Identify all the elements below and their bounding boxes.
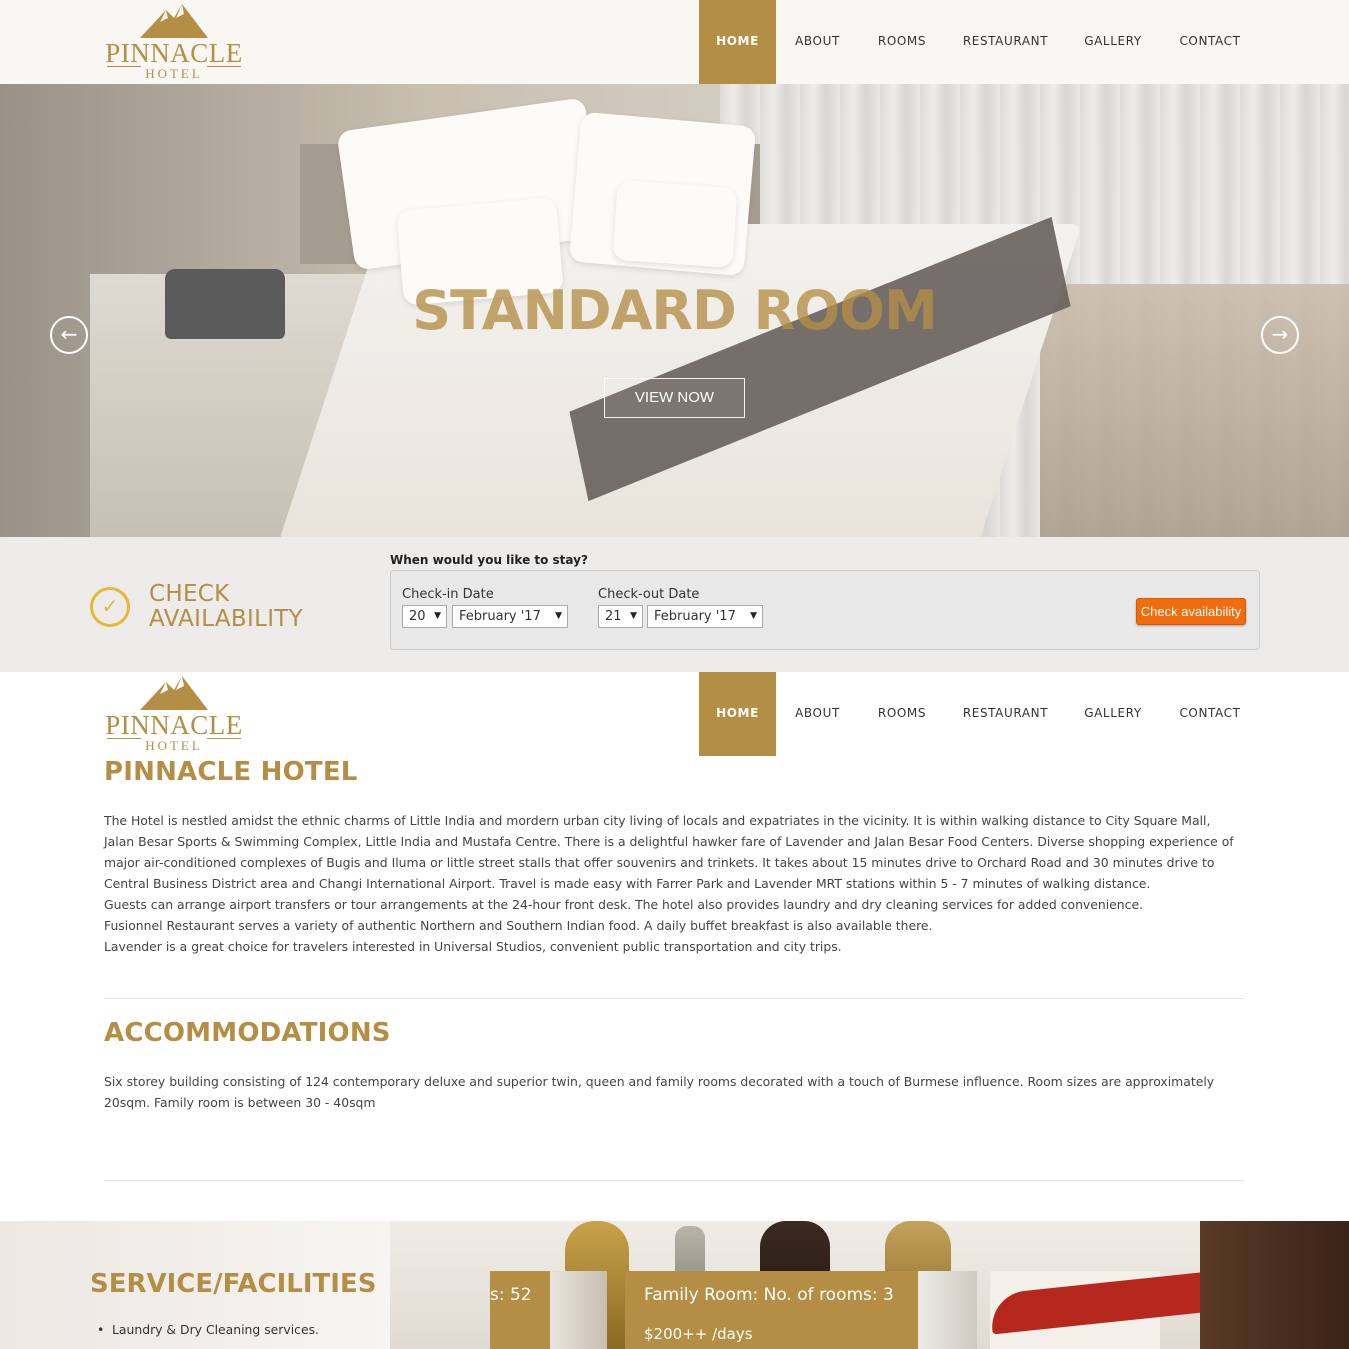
services-list: Laundry & Dry Cleaning services. bbox=[97, 1322, 319, 1337]
about-title: PINNACLE HOTEL bbox=[104, 757, 358, 787]
chevron-down-icon: ▼ bbox=[630, 611, 637, 621]
nav-rooms[interactable]: ROOMS bbox=[859, 0, 945, 84]
nav-contact[interactable]: CONTACT bbox=[1160, 672, 1260, 756]
logo-sub: HOTEL bbox=[104, 738, 244, 754]
main-nav: HOME ABOUT ROOMS RESTAURANT GALLERY CONT… bbox=[699, 672, 1260, 756]
about-line: Jalan Besar Sports & Swimming Complex, L… bbox=[104, 834, 1234, 849]
room-card[interactable]: s: 52 bbox=[490, 1271, 550, 1349]
sticky-header: PINNACLE HOTEL HOME ABOUT ROOMS RESTAURA… bbox=[0, 672, 1349, 756]
accommodations-title: ACCOMMODATIONS bbox=[104, 1018, 391, 1048]
availability-title-line2: AVAILABILITY bbox=[149, 606, 303, 632]
main-nav: HOME ABOUT ROOMS RESTAURANT GALLERY CONT… bbox=[699, 0, 1260, 84]
nav-contact[interactable]: CONTACT bbox=[1160, 0, 1260, 84]
checkout-month-value: February '17 bbox=[654, 609, 736, 624]
logo-name: PINNACLE bbox=[105, 38, 243, 68]
services-item: Laundry & Dry Cleaning services. bbox=[97, 1322, 319, 1337]
mountain-icon bbox=[140, 4, 208, 38]
arrow-right-icon[interactable]: → bbox=[1261, 316, 1299, 354]
checkin-day-value: 20 bbox=[409, 609, 426, 624]
accommodations-text: Six storey building consisting of 124 co… bbox=[104, 1071, 1244, 1113]
about-line: Central Business District area and Chang… bbox=[104, 876, 1151, 891]
checkout-day-value: 21 bbox=[605, 609, 622, 624]
divider bbox=[104, 1180, 1244, 1181]
checkin-day-select[interactable]: 20 ▼ bbox=[402, 605, 447, 628]
room-card[interactable]: Family Room: No. of rooms: 3 $200++ /day… bbox=[625, 1271, 918, 1349]
hotel-logo[interactable]: PINNACLE HOTEL bbox=[104, 4, 244, 82]
room-card-photo bbox=[550, 1271, 607, 1349]
accommodations-line: Six storey building consisting of 124 co… bbox=[104, 1074, 1215, 1089]
divider bbox=[104, 998, 1244, 999]
services-section: SERVICE/FACILITIES Laundry & Dry Cleanin… bbox=[0, 1221, 1349, 1349]
logo-name: PINNACLE bbox=[105, 710, 243, 740]
availability-title-line1: CHECK bbox=[149, 581, 230, 607]
site-header: PINNACLE HOTEL HOME ABOUT ROOMS RESTAURA… bbox=[0, 0, 1349, 84]
chevron-down-icon: ▼ bbox=[750, 611, 757, 621]
about-line: major air-conditioned complexes of Bugis… bbox=[104, 855, 1215, 870]
about-line: Guests can arrange airport transfers or … bbox=[104, 897, 1144, 912]
availability-bar: ✓ CHECK AVAILABILITY When would you like… bbox=[0, 537, 1349, 672]
mountain-icon bbox=[140, 676, 208, 710]
view-now-button[interactable]: VIEW NOW bbox=[604, 378, 745, 418]
availability-title: CHECK AVAILABILITY bbox=[149, 582, 369, 632]
checkin-month-select[interactable]: February '17 ▼ bbox=[452, 605, 568, 628]
about-text: The Hotel is nestled amidst the ethnic c… bbox=[104, 810, 1244, 957]
check-circle-icon: ✓ bbox=[90, 587, 130, 627]
about-line: Fusionnel Restaurant serves a variety of… bbox=[104, 918, 933, 933]
nav-home[interactable]: HOME bbox=[699, 0, 776, 84]
nav-gallery[interactable]: GALLERY bbox=[1066, 672, 1160, 756]
room-card-title: Family Room: No. of rooms: 3 bbox=[644, 1285, 894, 1305]
checkout-month-select[interactable]: February '17 ▼ bbox=[647, 605, 763, 628]
about-line: The Hotel is nestled amidst the ethnic c… bbox=[104, 813, 1211, 828]
nav-restaurant[interactable]: RESTAURANT bbox=[945, 672, 1066, 756]
checkout-day-select[interactable]: 21 ▼ bbox=[598, 605, 643, 628]
room-card-photo bbox=[918, 1271, 977, 1349]
chevron-down-icon: ▼ bbox=[434, 611, 441, 621]
availability-form: Check-in Date 20 ▼ February '17 ▼ Check-ou… bbox=[390, 570, 1260, 650]
about-line: Lavender is a great choice for travelers… bbox=[104, 939, 842, 954]
logo-sub: HOTEL bbox=[104, 66, 244, 82]
page: STANDARD ROOM VIEW NOW ← → PINNACLE HOTE… bbox=[0, 0, 1349, 1349]
nav-gallery[interactable]: GALLERY bbox=[1066, 0, 1160, 84]
check-availability-button[interactable]: Check availability bbox=[1136, 598, 1246, 625]
checkin-label: Check-in Date bbox=[402, 587, 494, 602]
services-title: SERVICE/FACILITIES bbox=[90, 1269, 377, 1299]
availability-question: When would you like to stay? bbox=[390, 553, 588, 567]
hotel-logo[interactable]: PINNACLE HOTEL bbox=[104, 676, 244, 754]
nav-restaurant[interactable]: RESTAURANT bbox=[945, 0, 1066, 84]
checkout-label: Check-out Date bbox=[598, 587, 700, 602]
hero-slider: STANDARD ROOM VIEW NOW ← → bbox=[0, 84, 1349, 537]
nav-about[interactable]: ABOUT bbox=[776, 0, 859, 84]
checkin-month-value: February '17 bbox=[459, 609, 541, 624]
hero-title: STANDARD ROOM bbox=[412, 279, 937, 342]
nav-home[interactable]: HOME bbox=[699, 672, 776, 756]
accommodations-line: 20sqm. Family room is between 30 - 40sqm bbox=[104, 1095, 376, 1110]
arrow-left-icon[interactable]: ← bbox=[50, 316, 88, 354]
room-card-title: s: 52 bbox=[490, 1285, 532, 1305]
nav-about[interactable]: ABOUT bbox=[776, 672, 859, 756]
photo-wood bbox=[1200, 1221, 1349, 1349]
nav-rooms[interactable]: ROOMS bbox=[859, 672, 945, 756]
chevron-down-icon: ▼ bbox=[555, 611, 562, 621]
room-card-price: $200++ /days bbox=[644, 1325, 753, 1343]
